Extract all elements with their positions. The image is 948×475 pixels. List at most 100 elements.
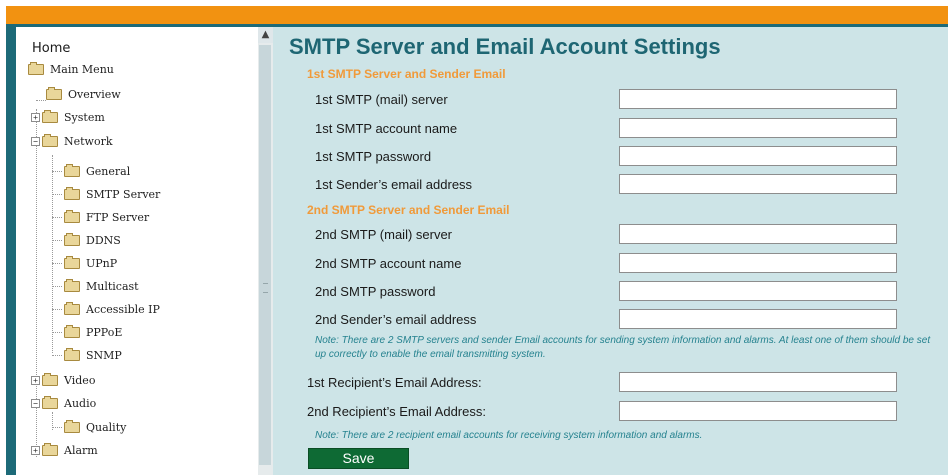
recipient2-email-input[interactable]	[619, 401, 897, 421]
folder-icon	[64, 419, 80, 433]
sidebar-item-label: DDNS	[86, 233, 121, 247]
sidebar-item-label: Audio	[64, 396, 97, 410]
field-label: 2nd SMTP password	[315, 284, 436, 299]
folder-open-icon	[42, 395, 58, 409]
sidebar-item-ftp-server[interactable]: FTP Server	[64, 207, 149, 227]
sidebar-item-label: FTP Server	[86, 210, 150, 224]
recipient-note: Note: There are 2 recipient email accoun…	[315, 430, 703, 441]
folder-icon	[64, 163, 80, 177]
sidebar-scrollbar[interactable]: ▲	[258, 27, 273, 475]
sender1-email-input[interactable]	[619, 174, 897, 194]
field-label: 2nd Sender’s email address	[315, 312, 477, 327]
tree-line	[52, 332, 62, 333]
folder-icon	[64, 324, 80, 338]
expand-plus-icon[interactable]: +	[31, 375, 40, 385]
sidebar-item-accessible-ip[interactable]: Accessible IP	[64, 299, 160, 319]
tree-line	[52, 194, 62, 195]
sidebar-item-label: System	[64, 110, 105, 124]
section-heading-1st-smtp: 1st SMTP Server and Sender Email	[307, 67, 506, 81]
folder-icon	[42, 372, 58, 386]
tree-line	[52, 263, 62, 264]
smtp2-account-input[interactable]	[619, 253, 897, 273]
folder-icon	[64, 255, 80, 269]
scroll-up-arrow-icon[interactable]: ▲	[258, 27, 273, 43]
folder-icon	[64, 278, 80, 292]
sidebar-item-pppoe[interactable]: PPPoE	[64, 322, 122, 342]
expand-plus-icon[interactable]: +	[31, 112, 40, 122]
save-button[interactable]: Save	[308, 448, 409, 469]
field-label: 2nd Recipient’s Email Address:	[307, 404, 486, 419]
folder-icon	[64, 186, 80, 200]
sender2-email-input[interactable]	[619, 309, 897, 329]
expand-plus-icon[interactable]: +	[31, 445, 40, 455]
folder-open-icon	[42, 133, 58, 147]
smtp1-server-input[interactable]	[619, 89, 897, 109]
sidebar-item-alarm[interactable]: + Alarm	[31, 440, 98, 460]
sidebar-item-label: Video	[64, 373, 96, 387]
folder-icon	[42, 442, 58, 456]
folder-icon	[64, 347, 80, 361]
field-label: 2nd SMTP account name	[315, 256, 462, 271]
header-accent-bar	[6, 6, 948, 24]
sidebar-item-general[interactable]: General	[64, 161, 130, 181]
sidebar-home-link[interactable]: Home	[32, 41, 70, 56]
smtp-settings-panel: SMTP Server and Email Account Settings 1…	[273, 27, 948, 475]
tree-line	[52, 171, 62, 172]
sidebar-item-label: PPPoE	[86, 325, 123, 339]
folder-icon	[64, 209, 80, 223]
folder-icon	[64, 232, 80, 246]
sidebar-item-upnp[interactable]: UPnP	[64, 253, 117, 273]
page-title: SMTP Server and Email Account Settings	[289, 34, 721, 59]
sidebar-item-label: SNMP	[86, 348, 122, 362]
sidebar-item-main-menu[interactable]: Main Menu	[28, 59, 114, 79]
sidebar-item-audio[interactable]: − Audio	[31, 393, 96, 413]
sidebar-item-smtp-server[interactable]: SMTP Server	[64, 184, 160, 204]
collapse-minus-icon[interactable]: −	[31, 398, 40, 408]
sidebar-item-multicast[interactable]: Multicast	[64, 276, 139, 296]
sidebar-item-network[interactable]: − Network	[31, 131, 113, 151]
field-label: 1st SMTP password	[315, 149, 432, 164]
field-label: 1st SMTP account name	[315, 121, 458, 136]
folder-open-icon	[28, 61, 44, 75]
sidebar-item-snmp[interactable]: SNMP	[64, 345, 122, 365]
tree-line	[52, 286, 62, 287]
field-label: 1st Recipient’s Email Address:	[307, 375, 482, 390]
sidebar-item-system[interactable]: + System	[31, 107, 105, 127]
smtp1-account-input[interactable]	[619, 118, 897, 138]
sidebar-item-label: Main Menu	[50, 62, 114, 76]
folder-icon	[42, 109, 58, 123]
tree-line	[52, 427, 62, 428]
sidebar-item-label: Alarm	[64, 443, 98, 457]
sidebar-item-label: UPnP	[86, 256, 118, 270]
sidebar-item-label: Overview	[68, 87, 121, 101]
scrollbar-grip	[263, 283, 268, 293]
field-label: 2nd SMTP (mail) server	[315, 227, 453, 242]
folder-icon	[64, 301, 80, 315]
tree-line	[36, 100, 46, 101]
scrollbar-thumb[interactable]	[259, 45, 271, 465]
smtp-note: Note: There are 2 SMTP servers and sende…	[315, 335, 931, 360]
sidebar-item-video[interactable]: + Video	[31, 370, 95, 390]
recipient1-email-input[interactable]	[619, 372, 897, 392]
tree-line	[52, 155, 53, 353]
sidebar-item-overview[interactable]: Overview	[46, 84, 121, 104]
sidebar-item-label: Multicast	[86, 279, 139, 293]
collapse-minus-icon[interactable]: −	[31, 136, 40, 146]
field-label: 1st Sender’s email address	[315, 177, 473, 192]
section-heading-2nd-smtp: 2nd SMTP Server and Sender Email	[307, 203, 510, 217]
field-label: 1st SMTP (mail) server	[315, 92, 448, 107]
tree-line	[52, 309, 62, 310]
tree-line	[52, 240, 62, 241]
folder-icon	[46, 86, 62, 100]
sidebar-item-label: Network	[64, 134, 113, 148]
tree-line	[52, 355, 62, 356]
sidebar-item-label: Quality	[86, 420, 127, 434]
smtp1-password-input[interactable]	[619, 146, 897, 166]
smtp2-password-input[interactable]	[619, 281, 897, 301]
smtp2-server-input[interactable]	[619, 224, 897, 244]
tree-line	[52, 217, 62, 218]
sidebar-item-ddns[interactable]: DDNS	[64, 230, 121, 250]
sidebar-item-quality[interactable]: Quality	[64, 417, 126, 437]
sidebar-item-label: Accessible IP	[86, 302, 160, 316]
sidebar-tree: Home Main Menu Overview + System − Netwo…	[16, 27, 258, 475]
